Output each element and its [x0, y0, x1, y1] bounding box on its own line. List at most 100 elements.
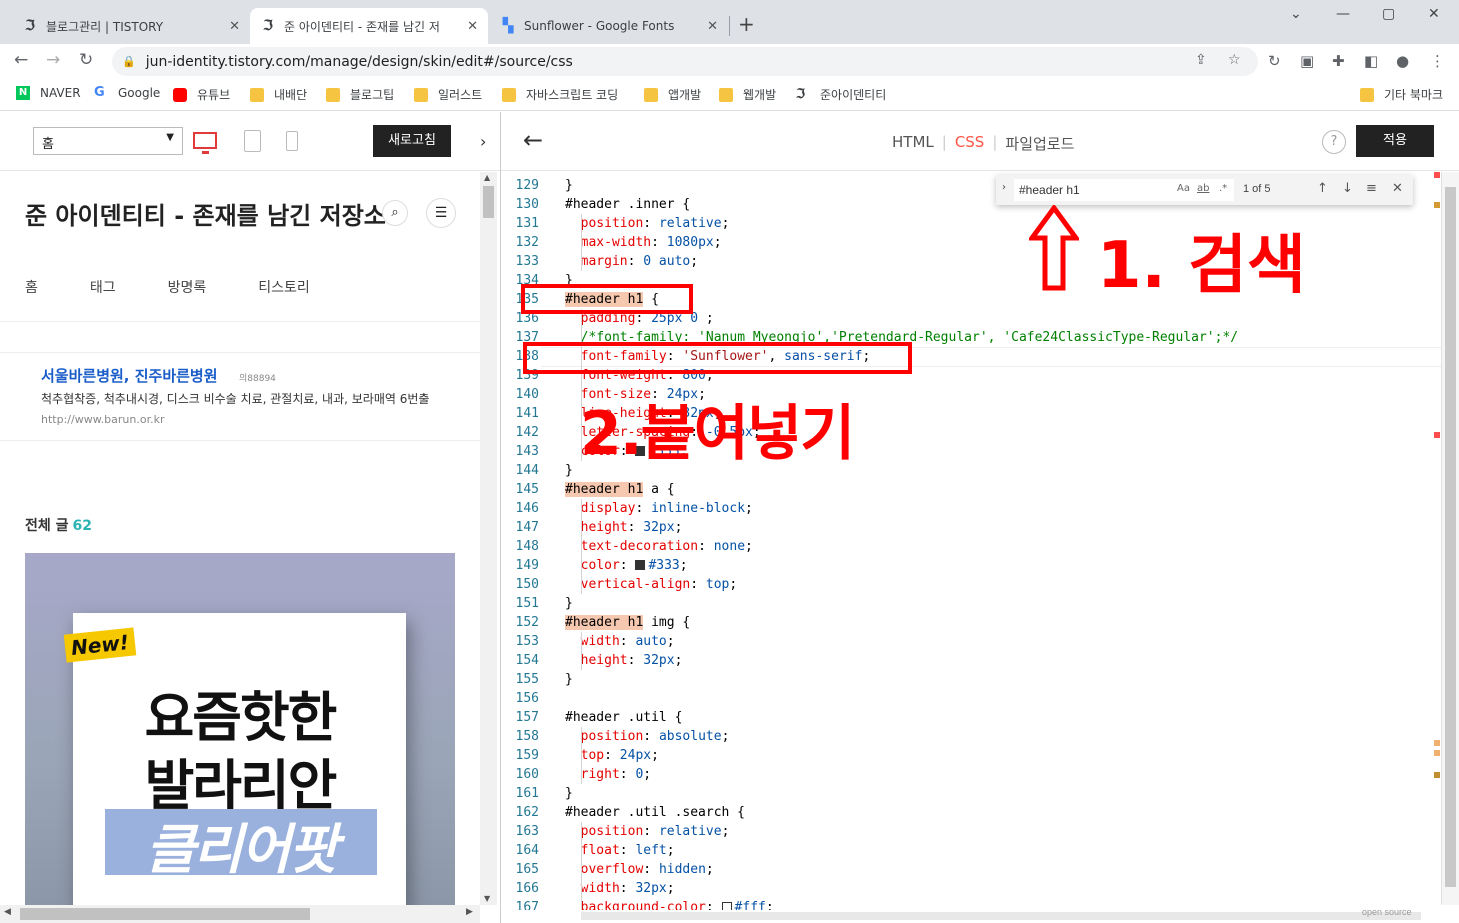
bookmark-youtube[interactable]: 유튜브	[173, 86, 230, 103]
code-line[interactable]: 147 height: 32px;	[501, 518, 1441, 537]
bookmark-folder[interactable]: 자바스크립트 코딩	[502, 86, 618, 103]
minimize-icon[interactable]: —	[1336, 6, 1350, 22]
code-vertical-scrollbar[interactable]	[1441, 172, 1459, 905]
scroll-thumb[interactable]	[20, 908, 310, 920]
whole-word-icon[interactable]: ab	[1197, 183, 1209, 194]
maximize-icon[interactable]: ▢	[1382, 6, 1395, 22]
code-line[interactable]: 153 width: auto;	[501, 632, 1441, 651]
match-case-icon[interactable]: Aa	[1177, 183, 1190, 194]
tablet-view-icon[interactable]	[244, 130, 261, 152]
tab-html[interactable]: HTML	[884, 133, 942, 154]
chevron-right-icon[interactable]: ›	[1002, 182, 1006, 193]
back-icon[interactable]: ←	[14, 50, 28, 70]
code-line[interactable]: 145 #header h1 a {	[501, 480, 1441, 499]
code-line[interactable]: 148 text-decoration: none;	[501, 537, 1441, 556]
code-horizontal-scrollbar[interactable]	[501, 910, 1441, 923]
tab-google-fonts[interactable]: ▚ Sunflower - Google Fonts ✕	[490, 8, 728, 44]
search-icon[interactable]: ⌕	[382, 200, 408, 226]
extensions-puzzle-icon[interactable]: ✚	[1332, 52, 1345, 70]
blog-title[interactable]: 준 아이덴티티 - 존재를 남긴 저장소	[25, 196, 386, 231]
bookmark-google[interactable]: G Google	[94, 86, 160, 101]
ad-banner[interactable]: New! 요즘핫한 발라리안 클리어팟	[25, 553, 455, 905]
desktop-view-icon[interactable]	[193, 132, 217, 154]
bookmark-folder[interactable]: 내배단	[250, 86, 307, 103]
share-icon[interactable]: ⇪	[1195, 52, 1207, 68]
tab-file-upload[interactable]: 파일업로드	[997, 133, 1082, 154]
ad-block[interactable]: 서울바른병원, 진주바른병원 의88894 척추협착증, 척추내시경, 디스크 …	[0, 352, 480, 441]
arrow-up-icon[interactable]: ↑	[1317, 181, 1328, 196]
back-arrow-icon[interactable]: ←	[523, 126, 543, 154]
code-line[interactable]: 155}	[501, 670, 1441, 689]
chevron-right-icon[interactable]: ›	[480, 132, 486, 151]
code-line[interactable]: 160 right: 0;	[501, 765, 1441, 784]
ad-title[interactable]: 서울바른병원, 진주바른병원	[41, 365, 218, 386]
close-icon[interactable]: ✕	[467, 19, 478, 34]
bookmark-star-icon[interactable]: ☆	[1228, 52, 1241, 68]
regex-icon[interactable]: .*	[1219, 183, 1227, 194]
tab-jun-identity[interactable]: ℑ 준 아이덴티티 - 존재를 남긴 저 ✕	[250, 8, 488, 44]
close-icon[interactable]: ✕	[1392, 181, 1403, 196]
bookmark-folder[interactable]: 앱개발	[644, 86, 701, 103]
code-line[interactable]: 154 height: 32px;	[501, 651, 1441, 670]
mobile-view-icon[interactable]	[286, 131, 298, 151]
ad-url[interactable]: http://www.barun.or.kr	[41, 413, 165, 426]
code-line[interactable]: 162 #header .util .search {	[501, 803, 1441, 822]
scroll-right-icon[interactable]: ▶	[466, 907, 473, 917]
bookmark-folder[interactable]: 일러스트	[414, 86, 482, 103]
refresh-button[interactable]: 새로고침	[373, 125, 451, 157]
menu-dots-icon[interactable]: ⋮	[1430, 52, 1445, 70]
extension-refresh-icon[interactable]: ↻	[1268, 52, 1281, 70]
bookmark-folder[interactable]: 웹개발	[719, 86, 776, 103]
apply-button[interactable]: 적용	[1356, 125, 1434, 157]
bookmark-folder[interactable]: 블로그팁	[326, 86, 394, 103]
scroll-up-icon[interactable]: ▲	[484, 173, 490, 182]
side-panel-icon[interactable]: ◧	[1364, 52, 1378, 70]
new-tab-icon[interactable]: +	[738, 12, 755, 36]
window-close-icon[interactable]: ✕	[1428, 6, 1440, 22]
tab-search-icon[interactable]: ⌄	[1290, 6, 1302, 22]
tab-css[interactable]: CSS	[947, 133, 993, 154]
code-line[interactable]: 150 vertical-align: top;	[501, 575, 1441, 594]
close-icon[interactable]: ✕	[707, 19, 718, 34]
code-line[interactable]: 166 width: 32px;	[501, 879, 1441, 898]
code-line[interactable]: 156	[501, 689, 1441, 708]
hamburger-menu-icon[interactable]: ☰	[426, 198, 456, 228]
forward-icon[interactable]: →	[46, 50, 60, 70]
code-line[interactable]: 149 color: #333;	[501, 556, 1441, 575]
close-icon[interactable]: ✕	[229, 19, 240, 34]
code-line[interactable]: 163 position: relative;	[501, 822, 1441, 841]
code-line[interactable]: 152 #header h1 img {	[501, 613, 1441, 632]
arrow-down-icon[interactable]: ↓	[1342, 181, 1353, 196]
scroll-thumb[interactable]	[1445, 187, 1456, 887]
code-line[interactable]: 164 float: left;	[501, 841, 1441, 860]
preview-horizontal-scrollbar[interactable]: ◀ ▶	[0, 905, 480, 923]
find-in-selection-icon[interactable]: ≡	[1366, 181, 1377, 196]
scroll-left-icon[interactable]: ◀	[4, 907, 11, 917]
nav-tag[interactable]: 태그	[90, 277, 116, 297]
extension-image-icon[interactable]: ▣	[1300, 52, 1314, 70]
code-line[interactable]: 159 top: 24px;	[501, 746, 1441, 765]
profile-avatar[interactable]: ●	[1396, 52, 1409, 70]
reload-icon[interactable]: ↻	[79, 50, 93, 70]
code-line[interactable]: 157 #header .util {	[501, 708, 1441, 727]
nav-guestbook[interactable]: 방명록	[168, 277, 207, 297]
scroll-thumb[interactable]	[483, 186, 494, 218]
preview-vertical-scrollbar[interactable]: ▲ ▼	[480, 172, 497, 905]
other-bookmarks[interactable]: 기타 북마크	[1360, 86, 1443, 103]
tab-blog-manage[interactable]: ℑ 블로그관리 | TISTORY ✕	[12, 8, 250, 44]
code-line[interactable]: 151}	[501, 594, 1441, 613]
code-line[interactable]: 146 display: inline-block;	[501, 499, 1441, 518]
nav-tistory[interactable]: 티스토리	[258, 277, 310, 297]
open-source-label[interactable]: open source	[1362, 907, 1412, 917]
code-line[interactable]: 165 overflow: hidden;	[501, 860, 1441, 879]
code-line[interactable]: 158 position: absolute;	[501, 727, 1441, 746]
code-line[interactable]: 161}	[501, 784, 1441, 803]
address-bar[interactable]: 🔒 jun-identity.tistory.com/manage/design…	[112, 47, 1258, 76]
bookmark-naver[interactable]: N NAVER	[16, 86, 81, 100]
scroll-thumb[interactable]	[581, 912, 1421, 920]
scroll-down-icon[interactable]: ▼	[484, 894, 490, 903]
page-select[interactable]: 홈 ▼	[33, 127, 183, 155]
help-icon[interactable]: ?	[1322, 130, 1346, 154]
bookmark-jun-identity[interactable]: ℑ 준아이덴티티	[796, 86, 886, 103]
nav-home[interactable]: 홈	[25, 277, 38, 297]
